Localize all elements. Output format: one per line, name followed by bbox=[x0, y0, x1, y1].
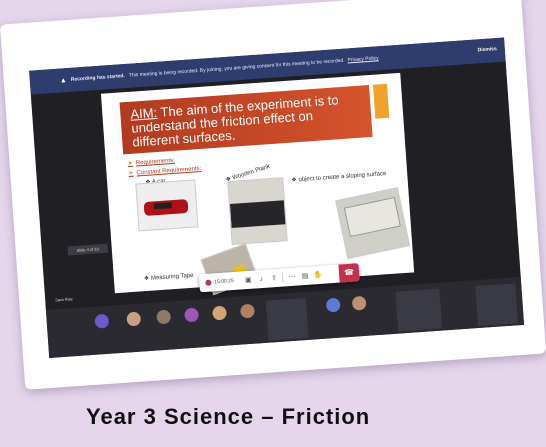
meeting-window: ▲ Recording has started. This meeting is… bbox=[29, 37, 525, 359]
hand-icon[interactable]: ✋ bbox=[311, 271, 325, 280]
participant-video[interactable] bbox=[265, 297, 309, 341]
participant-avatar[interactable] bbox=[325, 297, 341, 313]
participant-video[interactable] bbox=[395, 288, 443, 332]
aim-text: The aim of the experiment is to understa… bbox=[130, 92, 340, 150]
camera-icon[interactable]: ▣ bbox=[241, 276, 255, 285]
leave-call-button[interactable]: ☎ bbox=[338, 263, 360, 283]
dismiss-button[interactable]: Dismiss bbox=[477, 46, 497, 53]
car-photo bbox=[135, 179, 199, 232]
aim-box: AIM: The aim of the experiment is to und… bbox=[119, 85, 373, 155]
plank-photo bbox=[227, 177, 288, 246]
participant-avatar[interactable] bbox=[94, 313, 110, 329]
participant-name: Sara Riaz bbox=[55, 296, 73, 303]
banner-title: Recording has started. bbox=[70, 73, 126, 83]
participant-avatar[interactable] bbox=[184, 307, 200, 323]
accent-bar bbox=[372, 83, 390, 119]
share-icon[interactable]: ⇧ bbox=[267, 274, 281, 283]
divider bbox=[282, 272, 285, 283]
participant-avatar[interactable] bbox=[212, 305, 227, 321]
item-object-label: object to create a sloping surface bbox=[298, 171, 387, 184]
item-object: ❖ object to create a sloping surface bbox=[291, 171, 387, 184]
arrow-icon: ➤ bbox=[127, 160, 134, 168]
item-tape: ❖ Measuring Tape bbox=[143, 272, 194, 283]
photo-frame: ▲ Recording has started. This meeting is… bbox=[0, 0, 546, 390]
page-caption: Year 3 Science – Friction bbox=[86, 404, 371, 429]
participant-avatar[interactable] bbox=[156, 309, 172, 325]
warning-icon: ▲ bbox=[59, 76, 68, 85]
arrow-icon: ➤ bbox=[128, 170, 134, 178]
slope-photo bbox=[335, 187, 411, 260]
call-timer: 15:00:25 bbox=[214, 277, 234, 286]
item-tape-label: Measuring Tape bbox=[150, 272, 194, 282]
banner-text: This meeting is being recorded. By joini… bbox=[128, 57, 345, 79]
recording-icon bbox=[205, 279, 212, 286]
chat-icon[interactable]: ▤ bbox=[298, 272, 312, 281]
participant-avatar[interactable] bbox=[126, 311, 142, 327]
participant-video[interactable] bbox=[475, 283, 518, 327]
requirements-heading: ➤ Requirements: bbox=[128, 157, 175, 167]
microphone-icon[interactable]: ♪ bbox=[254, 275, 267, 283]
constant-requirements-heading: ➤ Constant Requirements: bbox=[128, 165, 201, 177]
privacy-policy-link[interactable]: Privacy Policy bbox=[347, 55, 378, 63]
slide-pager[interactable]: Slide 4 of 10 bbox=[67, 243, 109, 256]
shared-slide: AIM: The aim of the experiment is to und… bbox=[100, 72, 415, 296]
requirements-label: Requirements: bbox=[135, 157, 176, 167]
constant-requirements-label: Constant Requirements: bbox=[136, 165, 202, 177]
participant-avatar[interactable] bbox=[351, 295, 367, 311]
more-options-icon[interactable]: ⋯ bbox=[285, 272, 299, 281]
participant-avatar[interactable] bbox=[239, 303, 255, 319]
